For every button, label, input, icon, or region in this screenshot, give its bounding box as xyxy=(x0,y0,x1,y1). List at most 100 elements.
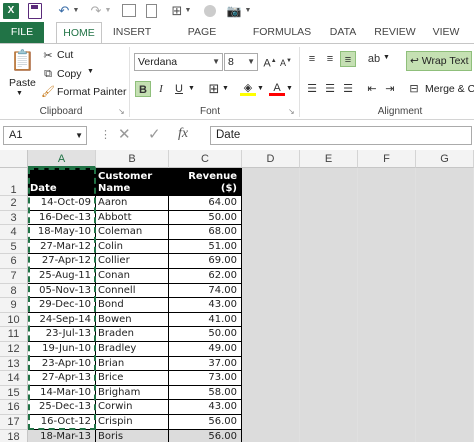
column-header-e[interactable]: E xyxy=(300,150,358,168)
column-header-b[interactable]: B xyxy=(96,150,169,168)
tab-page-layout[interactable]: PAGE LAYOUT xyxy=(166,22,238,59)
date-cell[interactable]: 23-Jul-13 xyxy=(28,327,96,342)
row-header-14[interactable]: 14 xyxy=(0,371,28,386)
customer-name-cell[interactable]: Bowen xyxy=(96,312,169,328)
name-box[interactable]: A1 ▼ xyxy=(3,126,87,145)
date-cell[interactable]: 27-Mar-12 xyxy=(28,239,96,255)
insert-function-button[interactable]: fx xyxy=(178,126,188,142)
decrease-indent-icon[interactable]: ⇤ xyxy=(364,81,380,97)
customer-name-cell[interactable]: Bond xyxy=(96,298,169,313)
orientation-icon[interactable]: ab xyxy=(366,51,382,67)
redo-icon[interactable]: ↷ xyxy=(88,3,104,19)
select-all-corner[interactable] xyxy=(0,150,28,168)
wrap-text-button[interactable]: ↩ Wrap Text xyxy=(406,51,472,71)
copy-button[interactable]: Copy xyxy=(57,68,82,80)
header-cell-date[interactable]: Date xyxy=(28,168,96,196)
date-cell[interactable]: 27-Apr-12 xyxy=(28,254,96,269)
date-cell[interactable]: 24-Sep-14 xyxy=(28,312,96,328)
circle-icon[interactable] xyxy=(204,5,216,17)
font-name-combo[interactable]: Verdana ▼ xyxy=(134,53,223,71)
align-center-icon[interactable]: ☰ xyxy=(322,81,338,97)
row-header-13[interactable]: 13 xyxy=(0,356,28,372)
calculator-icon[interactable] xyxy=(146,4,157,18)
date-cell[interactable]: 25-Dec-13 xyxy=(28,400,96,415)
camera-dropdown-icon[interactable]: ▼ xyxy=(244,3,252,19)
italic-button[interactable]: I xyxy=(153,81,169,97)
date-cell[interactable]: 18-May-10 xyxy=(28,225,96,240)
paste-icon[interactable]: 📋 xyxy=(10,48,35,74)
worksheet-grid[interactable]: ABCDEFG 12345678910111213141516171819 Da… xyxy=(0,150,474,442)
column-header-g[interactable]: G xyxy=(416,150,474,168)
row-header-16[interactable]: 16 xyxy=(0,400,28,415)
tab-file[interactable]: FILE xyxy=(0,22,44,43)
grow-font-icon[interactable]: A▲ xyxy=(262,53,278,70)
revenue-cell[interactable]: 41.00 xyxy=(169,312,242,328)
tab-insert[interactable]: INSERT xyxy=(112,22,152,43)
revenue-cell[interactable]: 69.00 xyxy=(169,254,242,269)
row-header-4[interactable]: 4 xyxy=(0,225,28,240)
borders-icon[interactable]: ⊞ xyxy=(170,3,184,19)
customer-name-cell[interactable]: Brian xyxy=(96,356,169,372)
revenue-cell[interactable]: 56.00 xyxy=(169,429,242,442)
revenue-cell[interactable]: 74.00 xyxy=(169,283,242,299)
revenue-cell[interactable]: 49.00 xyxy=(169,342,242,357)
align-bottom-icon[interactable]: ≡ xyxy=(340,51,356,67)
column-header-d[interactable]: D xyxy=(242,150,300,168)
borders-dropdown-icon[interactable]: ▼ xyxy=(222,85,229,92)
font-launcher-icon[interactable]: ↘ xyxy=(288,107,295,116)
date-cell[interactable]: 27-Apr-13 xyxy=(28,371,96,386)
underline-button[interactable]: U xyxy=(171,81,187,97)
fill-color-dropdown-icon[interactable]: ▼ xyxy=(257,85,264,92)
customer-name-cell[interactable]: Coleman xyxy=(96,225,169,240)
date-cell[interactable]: 19-Jun-10 xyxy=(28,342,96,357)
date-cell[interactable]: 25-Aug-11 xyxy=(28,269,96,284)
column-header-a[interactable]: A xyxy=(28,150,96,168)
customer-name-cell[interactable]: Collier xyxy=(96,254,169,269)
revenue-cell[interactable]: 37.00 xyxy=(169,356,242,372)
row-header-6[interactable]: 6 xyxy=(0,254,28,269)
column-header-c[interactable]: C xyxy=(169,150,242,168)
align-left-icon[interactable]: ☰ xyxy=(304,81,320,97)
row-header-17[interactable]: 17 xyxy=(0,415,28,430)
row-header-12[interactable]: 12 xyxy=(0,342,28,357)
date-cell[interactable]: 29-Dec-10 xyxy=(28,298,96,313)
merge-center-icon[interactable]: ⊟ xyxy=(406,81,422,97)
customer-name-cell[interactable]: Braden xyxy=(96,327,169,342)
revenue-cell[interactable]: 50.00 xyxy=(169,327,242,342)
customer-name-cell[interactable]: Abbott xyxy=(96,210,169,226)
revenue-cell[interactable]: 62.00 xyxy=(169,269,242,284)
undo-dropdown-icon[interactable]: ▼ xyxy=(72,3,80,19)
tab-view[interactable]: VIEW xyxy=(430,22,462,43)
format-painter-icon[interactable]: 🖌 xyxy=(40,84,56,100)
row-header-10[interactable]: 10 xyxy=(0,312,28,328)
customer-name-cell[interactable]: Connell xyxy=(96,283,169,299)
row-header-5[interactable]: 5 xyxy=(0,239,28,255)
align-top-icon[interactable]: ≡ xyxy=(304,51,320,67)
font-color-icon[interactable]: A xyxy=(269,80,285,96)
revenue-cell[interactable]: 64.00 xyxy=(169,196,242,211)
row-header-15[interactable]: 15 xyxy=(0,385,28,401)
save-icon[interactable] xyxy=(28,3,42,19)
customer-name-cell[interactable]: Conan xyxy=(96,269,169,284)
customer-name-cell[interactable]: Brice xyxy=(96,371,169,386)
customer-name-cell[interactable]: Crispin xyxy=(96,415,169,430)
tab-home[interactable]: HOME xyxy=(56,22,102,44)
cut-button[interactable]: Cut xyxy=(57,49,73,61)
align-middle-icon[interactable]: ≡ xyxy=(322,51,338,67)
format-painter-button[interactable]: Format Painter xyxy=(57,86,126,98)
undo-icon[interactable]: ↶ xyxy=(56,3,72,19)
paste-dropdown-icon[interactable]: ▼ xyxy=(16,90,23,97)
clipboard-launcher-icon[interactable]: ↘ xyxy=(118,107,125,116)
customer-name-cell[interactable]: Bradley xyxy=(96,342,169,357)
date-cell[interactable]: 18-Mar-13 xyxy=(28,429,96,442)
cut-icon[interactable]: ✂ xyxy=(40,48,56,64)
increase-indent-icon[interactable]: ⇥ xyxy=(382,81,398,97)
date-cell[interactable]: 05-Nov-13 xyxy=(28,283,96,299)
enter-icon[interactable]: ✓ xyxy=(148,125,161,143)
revenue-cell[interactable]: 73.00 xyxy=(169,371,242,386)
tab-formulas[interactable]: FORMULAS xyxy=(252,22,312,43)
camera-icon[interactable]: 📷 xyxy=(226,3,242,19)
fill-color-icon[interactable]: ◈ xyxy=(240,80,256,96)
header-cell-revenue[interactable]: Revenue ($) xyxy=(169,168,242,196)
row-header-8[interactable]: 8 xyxy=(0,283,28,299)
